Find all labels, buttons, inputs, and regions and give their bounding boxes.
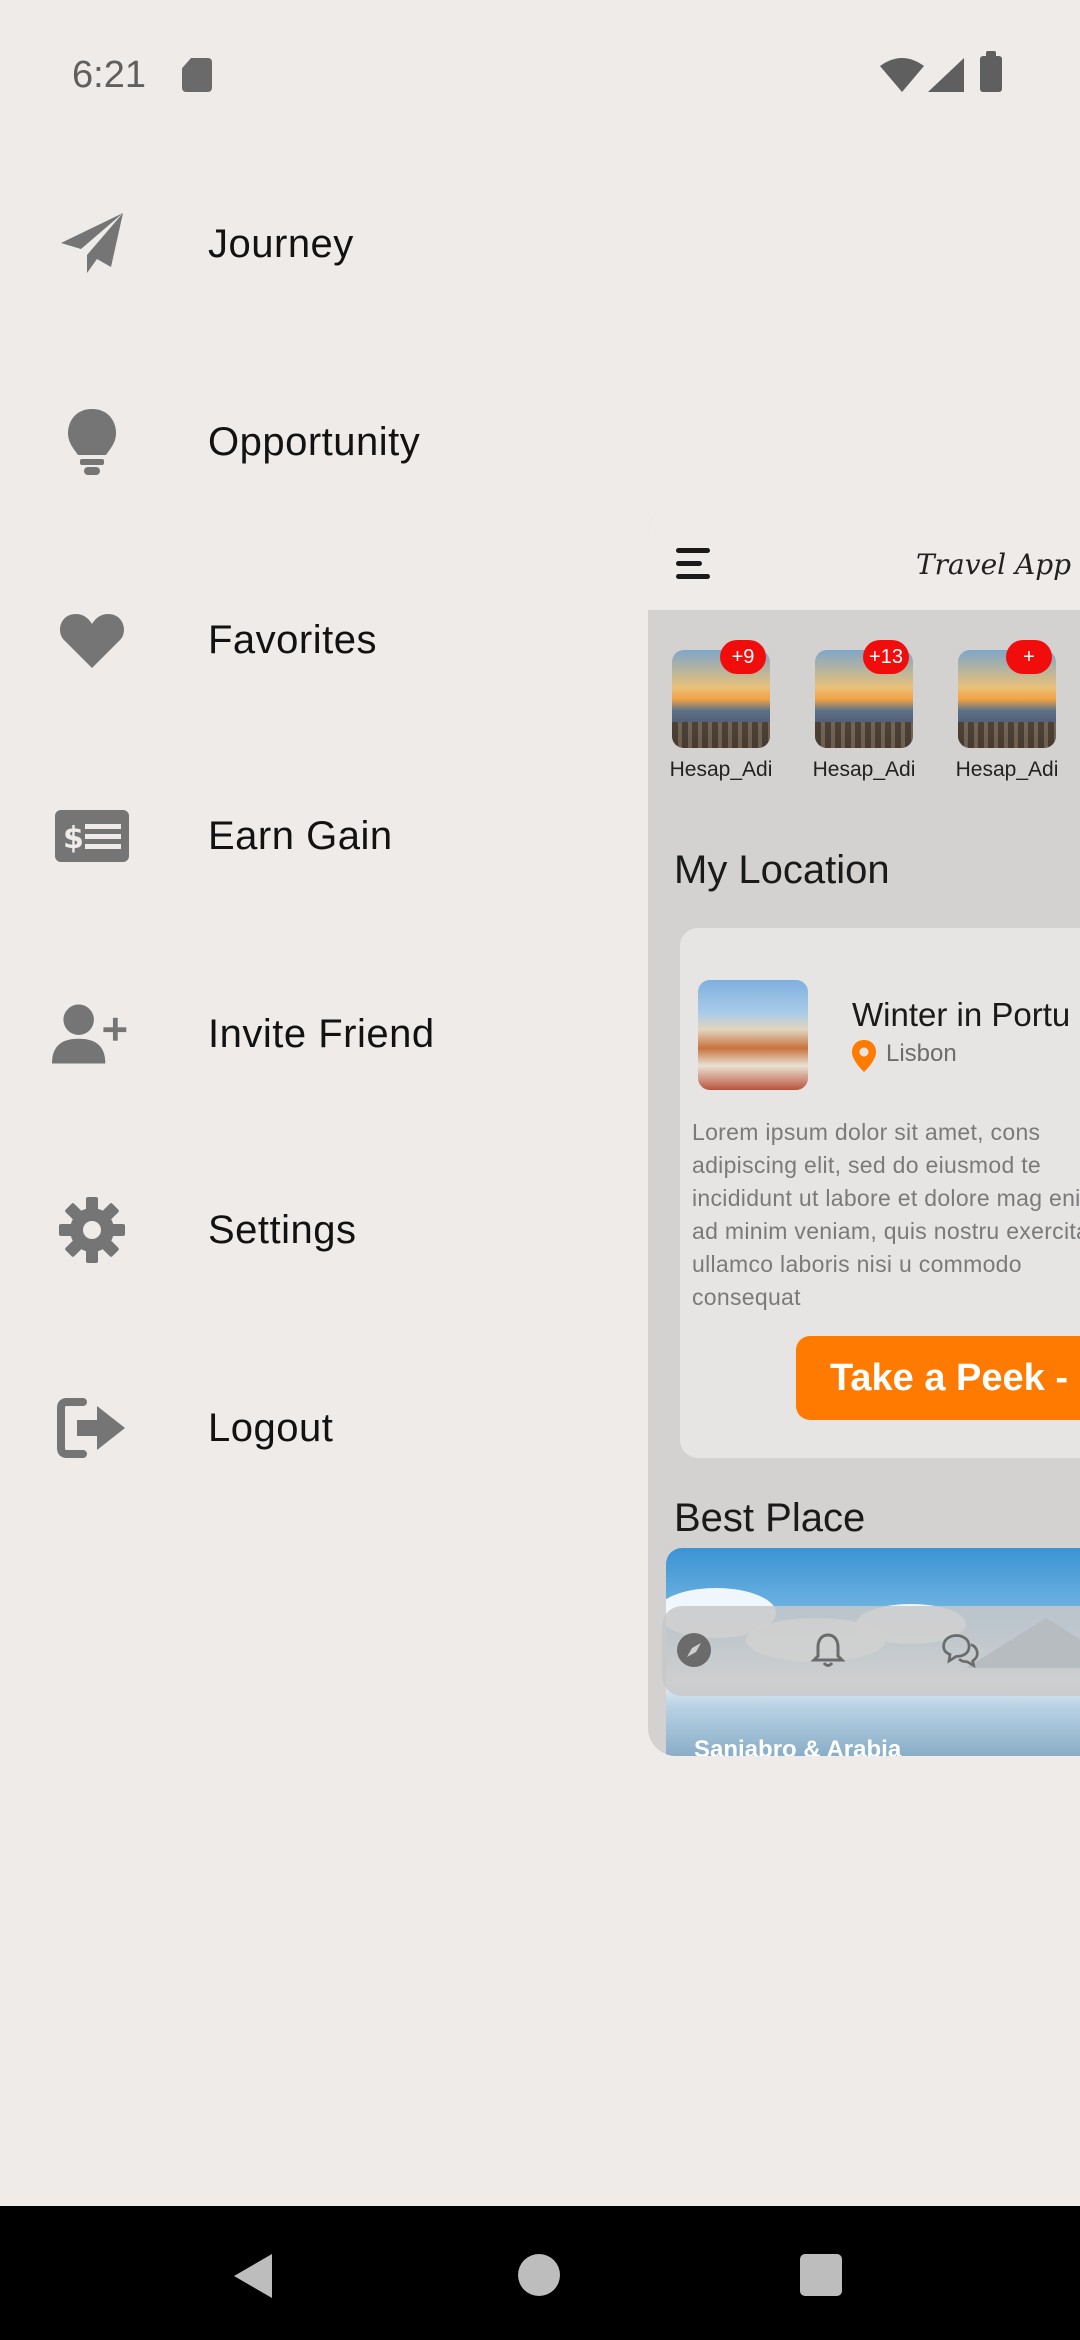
heart-icon <box>52 600 132 680</box>
status-bar: 6:21 <box>0 0 1080 150</box>
lightbulb-icon <box>52 402 132 482</box>
menu-label: Favorites <box>208 617 377 662</box>
menu-item-journey[interactable]: Journey <box>0 184 640 304</box>
sd-card-icon <box>182 58 212 92</box>
system-nav-bar <box>0 2206 1080 2340</box>
svg-text:$: $ <box>63 821 84 856</box>
stories-row[interactable]: +9 Hesap_Adi +13 Hesap_Adi + Hesap_Adi <box>648 640 1080 790</box>
menu-item-logout[interactable]: Logout <box>0 1368 640 1488</box>
menu-label: Opportunity <box>208 419 421 464</box>
location-title: Winter in Portu <box>852 996 1071 1033</box>
gear-icon <box>52 1190 132 1270</box>
menu-label: Journey <box>208 221 354 266</box>
story-badge: +9 <box>720 640 766 674</box>
app-header: Travel App <box>648 506 1080 610</box>
home-icon[interactable] <box>518 2254 560 2296</box>
user-plus-icon <box>52 994 132 1074</box>
story-name: Hesap_Adi <box>812 758 916 781</box>
menu-item-settings[interactable]: Settings <box>0 1170 640 1290</box>
location-description: Lorem ipsum dolor sit amet, cons adipisc… <box>692 1119 1080 1310</box>
back-icon[interactable] <box>234 2254 272 2298</box>
story-item[interactable]: +9 Hesap_Adi <box>648 640 788 790</box>
story-item[interactable]: + Hesap_Adi <box>934 640 1074 790</box>
recents-icon[interactable] <box>800 2254 842 2296</box>
status-time: 6:21 <box>72 54 146 96</box>
menu-label: Invite Friend <box>208 1011 435 1056</box>
bottom-nav <box>662 1606 1080 1696</box>
best-place-title: Best Place <box>674 1496 866 1540</box>
take-a-peek-button[interactable]: Take a Peek - <box>796 1336 1080 1420</box>
logout-icon <box>52 1388 132 1468</box>
my-location-title: My Location <box>674 848 890 892</box>
location-card[interactable]: Winter in Portu Lisbon Lorem ipsum dolor… <box>680 928 1080 1458</box>
story-badge: +13 <box>863 640 909 674</box>
bell-icon[interactable] <box>808 1630 848 1670</box>
compass-icon[interactable] <box>674 1630 714 1670</box>
app-title: Travel App <box>916 548 1072 581</box>
menu-label: Logout <box>208 1405 334 1450</box>
story-item[interactable]: +13 Hesap_Adi <box>791 640 931 790</box>
app-preview-panel[interactable]: Travel App +9 Hesap_Adi +13 Hesap_Adi + … <box>648 506 1080 1756</box>
menu-label: Settings <box>208 1207 357 1252</box>
location-thumbnail <box>698 980 808 1090</box>
chat-icon[interactable] <box>940 1630 980 1670</box>
menu-item-earn-gain[interactable]: $ Earn Gain <box>0 776 640 896</box>
menu-item-invite-friend[interactable]: Invite Friend <box>0 974 640 1094</box>
signal-icon <box>928 58 964 92</box>
menu-item-favorites[interactable]: Favorites <box>0 580 640 700</box>
story-name: Hesap_Adi <box>669 758 773 781</box>
battery-icon <box>980 51 1002 92</box>
paper-plane-icon <box>52 204 132 284</box>
menu-label: Earn Gain <box>208 813 393 858</box>
location-pin-icon <box>852 1040 876 1072</box>
money-bill-icon: $ <box>52 796 132 876</box>
story-name: Hesap_Adi <box>955 758 1059 781</box>
hamburger-menu-icon[interactable] <box>676 548 714 580</box>
location-city: Lisbon <box>886 1040 957 1067</box>
story-badge: + <box>1006 640 1052 674</box>
wifi-icon <box>880 58 924 92</box>
menu-item-opportunity[interactable]: Opportunity <box>0 382 640 502</box>
best-place-caption: Sanjabro & Arabia <box>694 1736 902 1756</box>
